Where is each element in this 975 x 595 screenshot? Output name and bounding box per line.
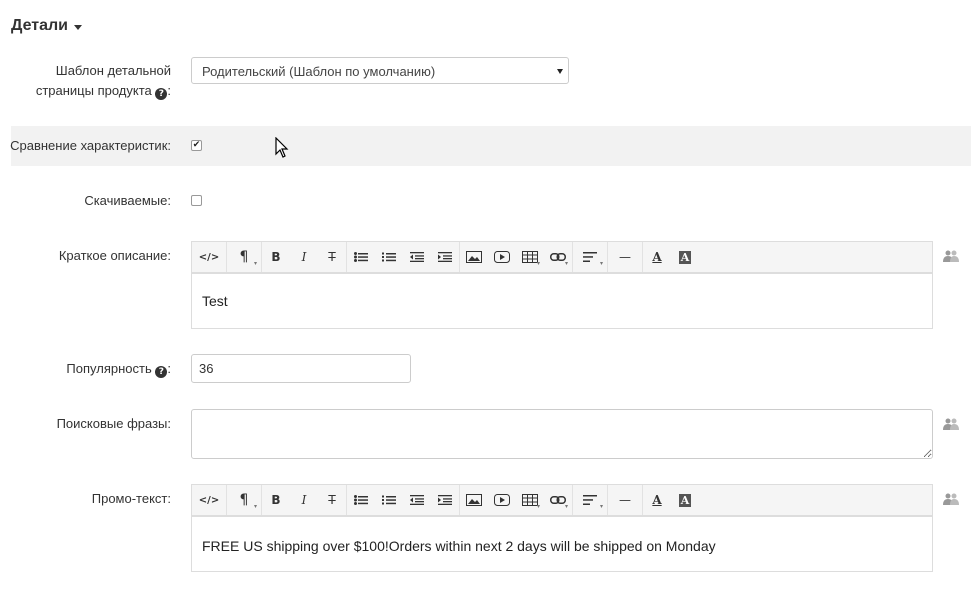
- video-icon: [494, 494, 510, 506]
- outdent-icon: [410, 495, 424, 505]
- background-color-button[interactable]: A: [671, 242, 699, 272]
- outdent-button[interactable]: [403, 485, 431, 515]
- template-select[interactable]: Родительский (Шаблон по умолчанию): [191, 57, 569, 84]
- promo-text-label: Промо-текст:: [91, 491, 171, 506]
- people-icon[interactable]: [943, 250, 959, 262]
- unordered-list-icon: [354, 252, 368, 262]
- short-description-label: Краткое описание:: [58, 248, 171, 263]
- video-icon: [494, 251, 510, 263]
- indent-button[interactable]: [431, 485, 459, 515]
- link-icon: [550, 253, 566, 261]
- table-button[interactable]: ▾: [516, 485, 544, 515]
- dropdown-arrow-icon: [557, 69, 563, 74]
- image-icon: [466, 251, 482, 263]
- align-left-icon: [583, 252, 597, 262]
- downloadable-label: Скачиваемые:: [84, 193, 171, 208]
- ordered-list-button[interactable]: [375, 485, 403, 515]
- compare-checkbox[interactable]: ✔: [191, 140, 202, 151]
- indent-icon: [438, 495, 452, 505]
- promo-text-content[interactable]: FREE US shipping over $100!Orders within…: [192, 517, 932, 573]
- search-words-label: Поисковые фразы:: [56, 416, 171, 431]
- help-icon[interactable]: ?: [155, 366, 168, 378]
- horizontal-rule-button[interactable]: —: [608, 485, 642, 515]
- italic-button[interactable]: I: [290, 242, 318, 272]
- horizontal-rule-button[interactable]: —: [608, 242, 642, 272]
- indent-button[interactable]: [431, 242, 459, 272]
- unordered-list-button[interactable]: [347, 485, 375, 515]
- unordered-list-button[interactable]: [347, 242, 375, 272]
- popularity-label: Популярность ?:: [66, 361, 171, 378]
- outdent-button[interactable]: [403, 242, 431, 272]
- mouse-cursor-icon: [275, 137, 289, 158]
- font-color-button[interactable]: A: [643, 242, 671, 272]
- indent-icon: [438, 252, 452, 262]
- caret-down-icon: [74, 24, 83, 30]
- image-button[interactable]: [460, 485, 488, 515]
- link-icon: [550, 496, 566, 504]
- editor-toolbar: </> ¶ ▾ B I T ▾ ▾ ▾ — A A: [192, 242, 932, 274]
- align-left-icon: [583, 495, 597, 505]
- paragraph-button[interactable]: ¶ ▾: [227, 242, 261, 272]
- link-button[interactable]: ▾: [544, 242, 572, 272]
- video-button[interactable]: [488, 242, 516, 272]
- italic-button[interactable]: I: [290, 485, 318, 515]
- short-description-content[interactable]: Test: [192, 274, 932, 328]
- strikethrough-button[interactable]: T: [318, 242, 346, 272]
- background-color-button[interactable]: A: [671, 485, 699, 515]
- people-icon[interactable]: [943, 418, 959, 430]
- table-icon: [522, 251, 538, 263]
- strikethrough-button[interactable]: T: [318, 485, 346, 515]
- table-icon: [522, 494, 538, 506]
- help-icon[interactable]: ?: [155, 88, 168, 100]
- bold-button[interactable]: B: [262, 485, 290, 515]
- promo-text-editor: </> ¶ ▾ B I T ▾ ▾ ▾ — A A FREE US shippi…: [191, 484, 933, 572]
- html-button[interactable]: </>: [192, 485, 226, 515]
- font-color-button[interactable]: A: [643, 485, 671, 515]
- section-toggle-details[interactable]: Детали: [11, 17, 83, 35]
- popularity-input[interactable]: [191, 354, 411, 383]
- ordered-list-button[interactable]: [375, 242, 403, 272]
- image-button[interactable]: [460, 242, 488, 272]
- align-button[interactable]: ▾: [573, 485, 607, 515]
- checkmark-icon: ✔: [192, 140, 201, 150]
- video-button[interactable]: [488, 485, 516, 515]
- html-button[interactable]: </>: [192, 242, 226, 272]
- image-icon: [466, 494, 482, 506]
- ordered-list-icon: [382, 252, 396, 262]
- ordered-list-icon: [382, 495, 396, 505]
- align-button[interactable]: ▾: [573, 242, 607, 272]
- template-label: Шаблон детальной страницы продукта ?:: [35, 63, 171, 100]
- section-title: Детали: [11, 17, 69, 34]
- unordered-list-icon: [354, 495, 368, 505]
- table-button[interactable]: ▾: [516, 242, 544, 272]
- outdent-icon: [410, 252, 424, 262]
- downloadable-checkbox[interactable]: [191, 195, 202, 206]
- search-words-textarea[interactable]: [191, 409, 933, 459]
- compare-label: Сравнение характеристик:: [10, 138, 171, 153]
- link-button[interactable]: ▾: [544, 485, 572, 515]
- editor-toolbar: </> ¶ ▾ B I T ▾ ▾ ▾ — A A: [192, 485, 932, 517]
- short-description-editor: </> ¶ ▾ B I T ▾ ▾ ▾ — A A Test: [191, 241, 933, 329]
- paragraph-button[interactable]: ¶ ▾: [227, 485, 261, 515]
- bold-button[interactable]: B: [262, 242, 290, 272]
- people-icon[interactable]: [943, 493, 959, 505]
